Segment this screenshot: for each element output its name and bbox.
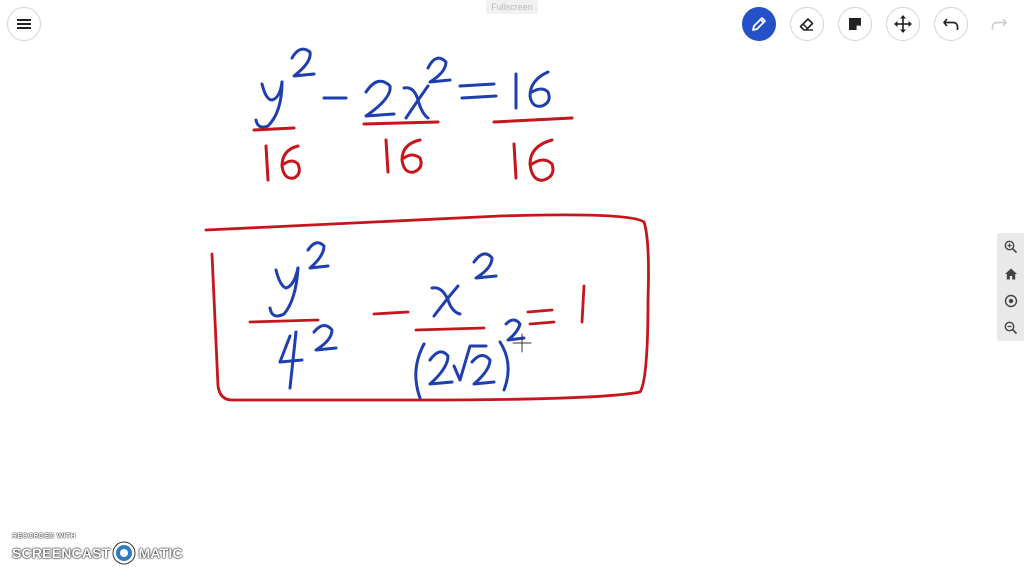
watermark-right-text: MATIC xyxy=(138,545,183,561)
whiteboard-canvas[interactable] xyxy=(0,0,1024,576)
watermark-left-text: SCREENCAST xyxy=(12,545,111,561)
screencast-watermark: RECORDED WITH SCREENCAST MATIC xyxy=(12,533,183,565)
line1-denominators xyxy=(252,116,574,182)
line1-numerators xyxy=(254,47,551,129)
watermark-recorded-with: RECORDED WITH xyxy=(12,533,76,540)
cursor-crosshair xyxy=(512,333,532,353)
screencast-logo-icon xyxy=(112,541,136,565)
result-box xyxy=(204,213,650,402)
